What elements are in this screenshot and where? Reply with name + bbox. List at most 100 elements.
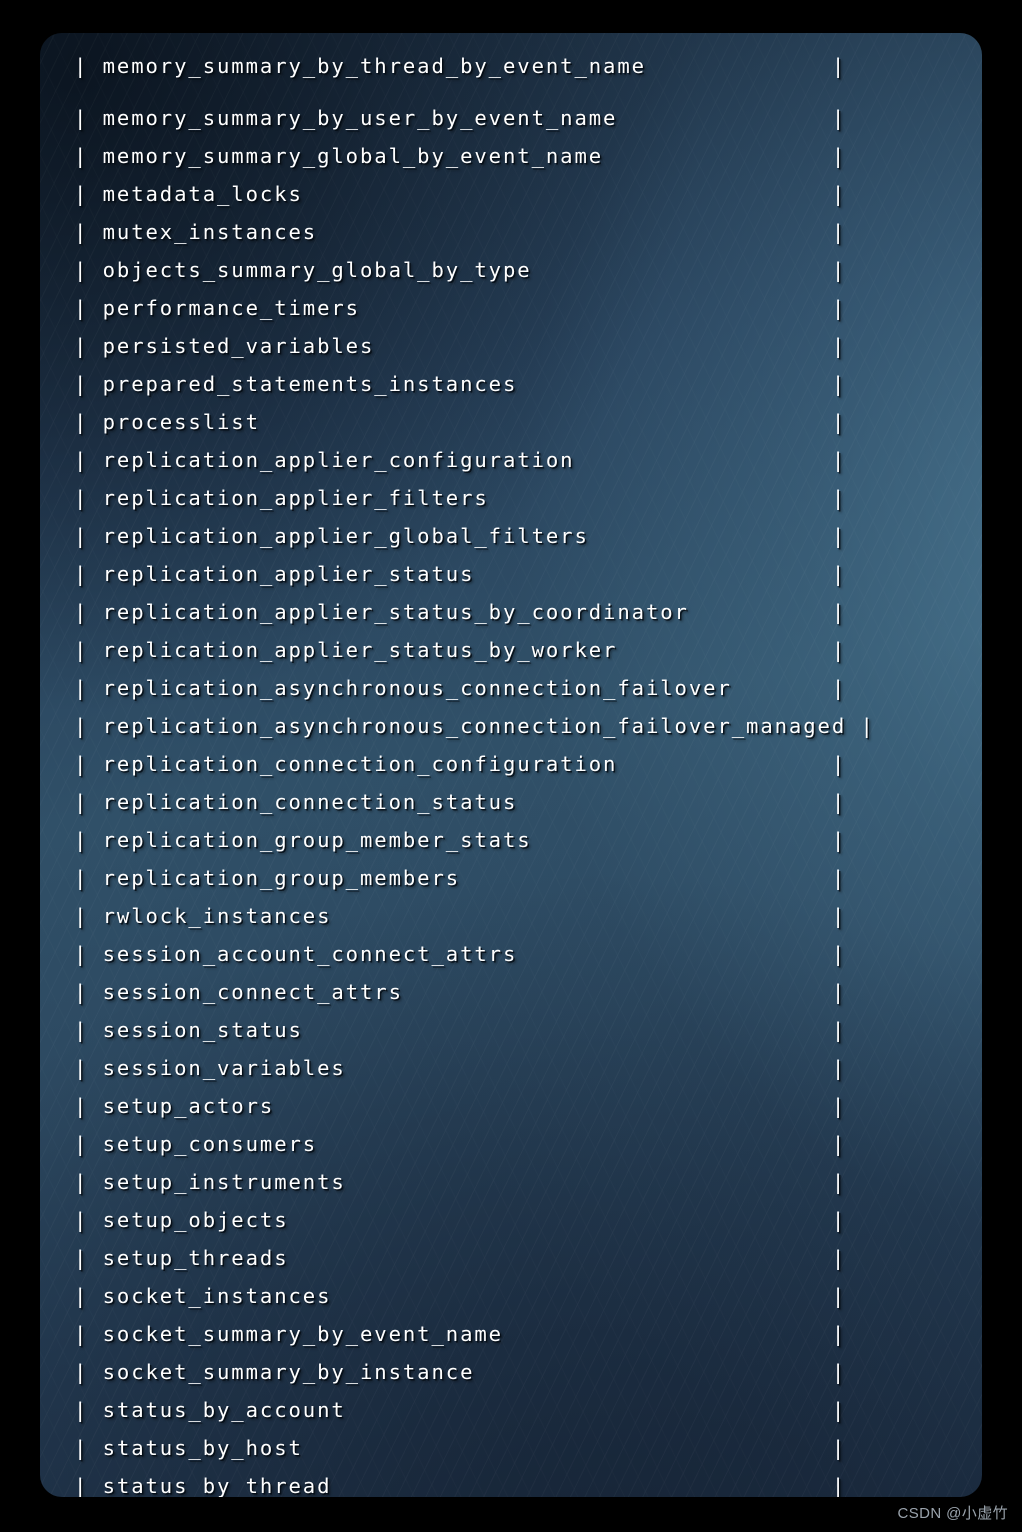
row-left-border: |: [74, 1056, 103, 1080]
table-name-cell: processlist: [102, 410, 260, 434]
table-row: | memory_summary_by_user_by_event_name |: [74, 99, 982, 137]
table-row: | setup_consumers |: [74, 1125, 982, 1163]
cell-padding: [474, 562, 831, 586]
row-right-border: |: [831, 1398, 847, 1422]
row-right-border: |: [831, 1436, 847, 1460]
table-row: | session_connect_attrs |: [74, 973, 982, 1011]
row-left-border: |: [74, 942, 103, 966]
row-right-border: |: [831, 524, 847, 548]
table-row: | replication_applier_status_by_coordina…: [74, 593, 982, 631]
row-left-border: |: [74, 1170, 103, 1194]
row-right-border: |: [831, 562, 847, 586]
row-left-border: |: [74, 1360, 103, 1384]
row-right-border: |: [831, 448, 847, 472]
table-name-cell: replication_connection_status: [102, 790, 518, 814]
cell-padding: [474, 1360, 831, 1384]
table-row: | setup_actors |: [74, 1087, 982, 1125]
table-row: | replication_connection_configuration |: [74, 745, 982, 783]
row-left-border: |: [74, 410, 103, 434]
row-right-border: |: [831, 1170, 847, 1194]
cell-padding: [331, 904, 831, 928]
table-name-cell: status_by_host: [102, 1436, 303, 1460]
row-right-border: |: [831, 828, 847, 852]
cell-padding: [346, 1170, 832, 1194]
table-name-cell: setup_consumers: [102, 1132, 318, 1156]
table-name-cell: socket_instances: [102, 1284, 332, 1308]
table-name-cell: persisted_variables: [102, 334, 375, 358]
table-row: | mutex_instances |: [74, 213, 982, 251]
row-right-border: |: [831, 866, 847, 890]
cell-padding: [346, 1398, 832, 1422]
table-row: | replication_group_members |: [74, 859, 982, 897]
cell-padding: [317, 220, 832, 244]
row-left-border: |: [74, 182, 103, 206]
cell-padding: [732, 676, 832, 700]
row-right-border: |: [831, 1018, 847, 1042]
table-name-cell: replication_group_member_stats: [102, 828, 532, 852]
row-right-border: |: [831, 790, 847, 814]
row-right-border: |: [831, 296, 847, 320]
table-name-cell: replication_asynchronous_connection_fail…: [102, 714, 847, 738]
table-name-cell: session_connect_attrs: [102, 980, 403, 1004]
table-row: | replication_applier_global_filters |: [74, 517, 982, 555]
table-row: | replication_applier_configuration |: [74, 441, 982, 479]
cell-padding: [260, 410, 832, 434]
cell-padding: [289, 1246, 832, 1270]
cell-padding: [617, 752, 831, 776]
table-name-cell: performance_timers: [102, 296, 360, 320]
cell-padding: [274, 1094, 832, 1118]
row-right-border: |: [831, 1284, 847, 1308]
table-row: | metadata_locks |: [74, 175, 982, 213]
row-left-border: |: [74, 1474, 103, 1497]
cell-padding: [589, 524, 832, 548]
row-left-border: |: [74, 866, 103, 890]
table-name-cell: prepared_statements_instances: [102, 372, 518, 396]
row-left-border: |: [74, 1322, 103, 1346]
row-left-border: |: [74, 334, 103, 358]
table-name-cell: session_variables: [102, 1056, 346, 1080]
row-left-border: |: [74, 638, 103, 662]
row-right-border: |: [831, 54, 847, 78]
row-right-border: |: [831, 1474, 847, 1497]
cell-padding: [374, 334, 832, 358]
table-row: | setup_objects |: [74, 1201, 982, 1239]
table-name-cell: metadata_locks: [102, 182, 303, 206]
cell-padding: [517, 372, 832, 396]
table-row: | replication_group_member_stats |: [74, 821, 982, 859]
row-right-border: |: [831, 144, 847, 168]
cell-padding: [603, 144, 832, 168]
cell-padding: [517, 790, 832, 814]
table-name-cell: replication_applier_status: [102, 562, 475, 586]
table-name-cell: memory_summary_global_by_event_name: [102, 144, 604, 168]
table-row: | persisted_variables |: [74, 327, 982, 365]
table-row: | replication_asynchronous_connection_fa…: [74, 707, 982, 745]
row-right-border: |: [831, 486, 847, 510]
cell-padding: [289, 1208, 832, 1232]
cell-padding: [846, 714, 860, 738]
cell-padding: [532, 258, 832, 282]
table-name-cell: replication_applier_configuration: [102, 448, 575, 472]
table-name-cell: replication_group_members: [102, 866, 461, 890]
cell-padding: [303, 182, 832, 206]
table-row: | setup_threads |: [74, 1239, 982, 1277]
row-right-border: |: [831, 220, 847, 244]
row-right-border: |: [831, 980, 847, 1004]
cell-padding: [403, 980, 832, 1004]
row-right-border: |: [831, 1246, 847, 1270]
row-left-border: |: [74, 600, 103, 624]
table-name-cell: memory_summary_by_user_by_event_name: [102, 106, 618, 130]
row-left-border: |: [74, 106, 103, 130]
row-right-border: |: [831, 1322, 847, 1346]
row-right-border: |: [831, 638, 847, 662]
row-left-border: |: [74, 676, 103, 700]
cell-padding: [331, 1474, 831, 1497]
row-right-border: |: [831, 106, 847, 130]
table-row: | session_account_connect_attrs |: [74, 935, 982, 973]
row-right-border: |: [831, 1056, 847, 1080]
table-name-cell: socket_summary_by_event_name: [102, 1322, 503, 1346]
cell-padding: [317, 1132, 832, 1156]
row-right-border: |: [831, 600, 847, 624]
table-row: | status_by_account |: [74, 1391, 982, 1429]
cell-padding: [617, 638, 831, 662]
table-row: | prepared_statements_instances |: [74, 365, 982, 403]
